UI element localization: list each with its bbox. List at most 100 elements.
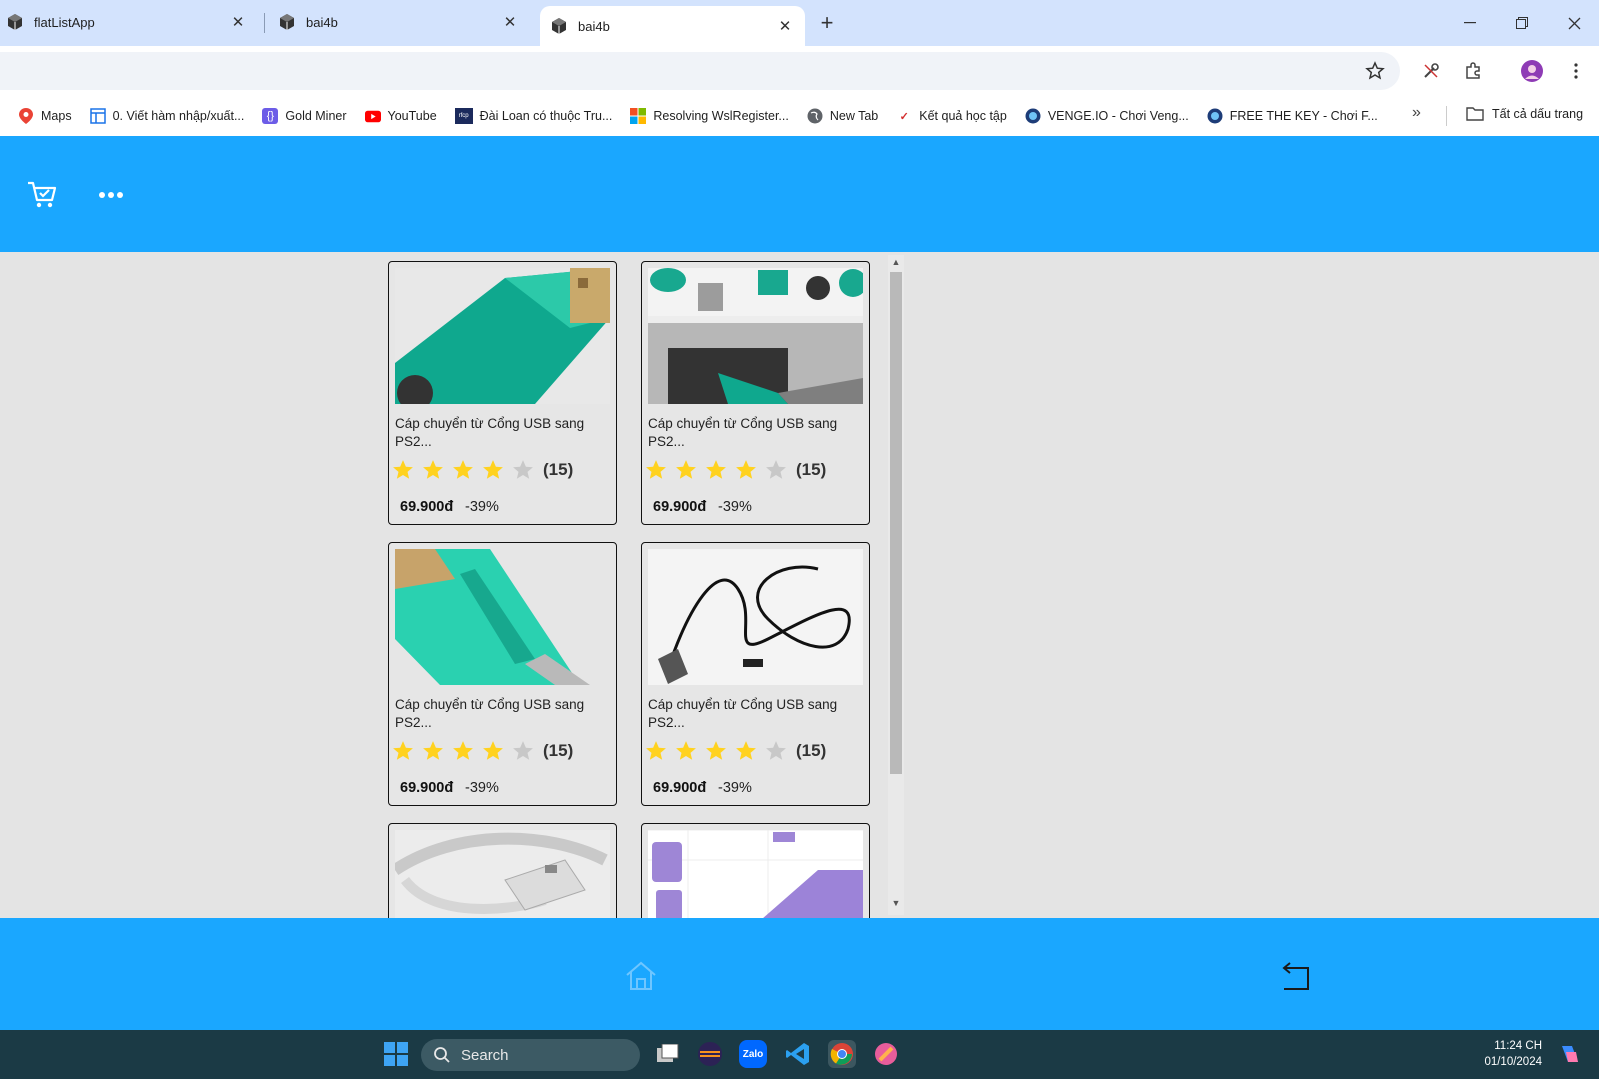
more-options-icon[interactable] [98, 180, 126, 204]
taskbar-search-box[interactable]: Search [421, 1039, 640, 1071]
product-card[interactable] [641, 823, 870, 918]
star-icon [512, 739, 542, 763]
scroll-up-arrow-icon[interactable]: ▲ [891, 257, 901, 267]
product-image [395, 830, 610, 918]
cart-icon[interactable] [26, 178, 58, 210]
tab-separator [264, 13, 265, 33]
microsoft-icon [630, 108, 647, 124]
star-icon [482, 739, 512, 763]
scrollbar-thumb[interactable] [890, 272, 902, 774]
restore-icon[interactable] [1507, 8, 1537, 38]
bookmark-item[interactable]: {} Gold Miner [262, 108, 347, 124]
product-name: Cáp chuyển từ Cổng USB sang PS2... [395, 416, 585, 449]
more-bookmarks-chevron-icon[interactable]: » [1412, 104, 1421, 122]
chrome-icon[interactable] [828, 1040, 856, 1068]
browser-toolbar [0, 46, 1599, 96]
bookmark-label: FREE THE KEY - Chơi F... [1229, 109, 1378, 123]
bookmarks-bar: Maps 0. Viết hàm nhập/xuất... {} Gold Mi… [0, 96, 1599, 136]
product-discount: -39% [465, 499, 499, 515]
tab-flatlistapp[interactable]: flatListApp ✕ [6, 0, 256, 44]
bookmark-item[interactable]: rfcp Đài Loan có thuộc Tru... [454, 108, 613, 124]
star-icon [645, 739, 675, 763]
bookmark-item[interactable]: Resolving WslRegister... [630, 108, 789, 124]
copilot-icon[interactable] [1556, 1040, 1584, 1068]
product-name: Cáp chuyển từ Cổng USB sang PS2... [395, 697, 585, 730]
address-bar[interactable] [0, 52, 1400, 90]
scroll-down-arrow-icon[interactable]: ▼ [891, 898, 901, 908]
devtools-icon[interactable] [1418, 58, 1444, 84]
bookmark-youtube[interactable]: YouTube [364, 108, 437, 124]
bookmark-label: Maps [41, 109, 72, 123]
windows-taskbar: Search Zalo 11:24 CH 01/10/2024 [0, 1030, 1599, 1079]
search-icon [434, 1047, 450, 1063]
maps-pin-icon [18, 108, 34, 124]
product-image [648, 549, 863, 685]
product-card[interactable]: Cáp chuyển từ Cổng USB sang PS2... (15) … [388, 542, 617, 806]
school-icon: ✓ [899, 110, 909, 123]
bookmark-item[interactable]: FREE THE KEY - Chơi F... [1207, 108, 1378, 124]
task-view-icon[interactable] [654, 1040, 682, 1068]
tab-bai4b-active[interactable]: bai4b ✕ [540, 6, 805, 46]
product-name: Cáp chuyển từ Cổng USB sang PS2... [648, 697, 838, 730]
review-count: (15) [543, 741, 574, 760]
bookmark-label: YouTube [387, 109, 437, 123]
scrollbar[interactable]: ▲ ▼ [888, 255, 904, 915]
close-window-icon[interactable] [1559, 8, 1589, 38]
product-discount: -39% [718, 499, 752, 515]
bookmark-maps[interactable]: Maps [18, 108, 72, 124]
taskbar-clock[interactable]: 11:24 CH 01/10/2024 [1466, 1038, 1542, 1070]
product-price: 69.900đ [653, 780, 707, 796]
eclipse-icon[interactable] [696, 1040, 724, 1068]
bookmark-new-tab[interactable]: New Tab [807, 108, 878, 124]
zalo-icon[interactable]: Zalo [739, 1040, 767, 1068]
back-icon[interactable] [1278, 960, 1312, 992]
star-icon [392, 458, 422, 482]
bookmark-item[interactable]: 0. Viết hàm nhập/xuất... [89, 108, 244, 124]
star-icon [452, 739, 482, 763]
star-icon [645, 458, 675, 482]
product-card[interactable] [388, 823, 617, 918]
close-tab-icon[interactable]: ✕ [500, 12, 520, 32]
clock-time: 11:24 CH [1494, 1040, 1542, 1052]
all-bookmarks-button[interactable]: Tất cả dấu trang [1466, 107, 1583, 121]
game-icon: {} [262, 108, 279, 124]
app-footer [0, 918, 1599, 1030]
venge-icon [1025, 108, 1041, 124]
star-icon [482, 458, 512, 482]
profile-avatar-icon[interactable] [1519, 58, 1545, 84]
cube-favicon-icon [278, 13, 296, 31]
review-count: (15) [543, 460, 574, 479]
extensions-puzzle-icon[interactable] [1460, 58, 1486, 84]
news-icon: rfcp [454, 108, 473, 124]
review-count: (15) [796, 460, 827, 479]
bookmark-item[interactable]: ✓ Kết quả học tập [896, 108, 1007, 124]
star-icon [735, 458, 765, 482]
folder-icon [1466, 107, 1484, 121]
product-card[interactable]: Cáp chuyển từ Cổng USB sang PS2... (15) … [388, 261, 617, 525]
star-rating: (15) [392, 739, 573, 763]
review-count: (15) [796, 741, 827, 760]
home-icon[interactable] [624, 960, 658, 992]
vscode-icon[interactable] [784, 1040, 812, 1068]
star-icon [422, 458, 452, 482]
product-image [395, 549, 610, 685]
product-image [648, 830, 863, 918]
bookmark-label: Đài Loan có thuộc Tru... [479, 109, 613, 123]
new-tab-plus-icon[interactable]: + [814, 10, 840, 36]
close-tab-icon[interactable]: ✕ [775, 16, 795, 36]
product-card[interactable]: Cáp chuyển từ Cổng USB sang PS2... (15) … [641, 261, 870, 525]
windows-start-icon[interactable] [384, 1042, 408, 1066]
product-card[interactable]: Cáp chuyển từ Cổng USB sang PS2... (15) … [641, 542, 870, 806]
bookmark-star-icon[interactable] [1362, 58, 1388, 84]
product-image [648, 268, 863, 404]
paint-app-icon[interactable] [872, 1040, 900, 1068]
bookmark-label: Resolving WslRegister... [653, 109, 789, 123]
bookmark-item[interactable]: VENGE.IO - Chơi Veng... [1025, 108, 1189, 124]
bookmark-label: Kết quả học tập [919, 109, 1007, 123]
close-tab-icon[interactable]: ✕ [228, 12, 248, 32]
star-icon [705, 458, 735, 482]
tab-bai4b[interactable]: bai4b ✕ [278, 0, 528, 44]
browser-menu-icon[interactable] [1563, 58, 1589, 84]
product-price: 69.900đ [400, 780, 454, 796]
minimize-icon[interactable] [1455, 8, 1485, 38]
